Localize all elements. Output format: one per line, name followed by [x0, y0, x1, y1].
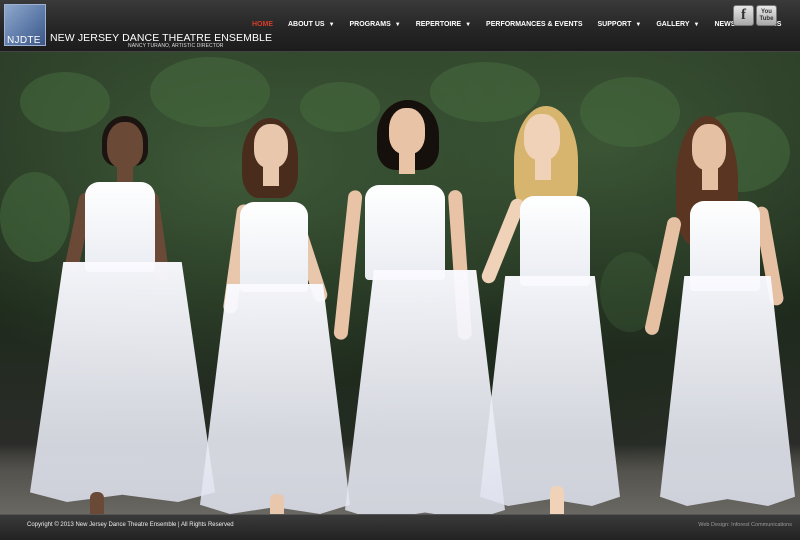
chevron-down-icon: ▼ — [328, 21, 335, 28]
nav-item-gallery[interactable]: GALLERY ▼ — [656, 21, 699, 28]
nav-item-home[interactable]: HOME — [252, 21, 273, 28]
nav-item-label: SUPPORT — [597, 21, 632, 28]
site-footer: Copyright © 2013 New Jersey Dance Theatr… — [0, 514, 800, 540]
dancer — [333, 100, 505, 514]
nav-item-performances-events[interactable]: PERFORMANCES & EVENTS — [486, 21, 582, 28]
copyright-text: Copyright © 2013 New Jersey Dance Theatr… — [27, 522, 234, 528]
nav-item-label: ABOUT US — [288, 21, 325, 28]
chevron-down-icon: ▼ — [465, 21, 472, 28]
dancer — [200, 114, 350, 514]
facebook-icon[interactable]: f — [733, 5, 754, 26]
dancer — [30, 112, 215, 514]
chevron-down-icon: ▼ — [693, 21, 700, 28]
site-header: NJDTE NEW JERSEY DANCE THEATRE ENSEMBLE … — [0, 0, 800, 52]
nav-item-support[interactable]: SUPPORT ▼ — [598, 21, 642, 28]
nav-item-label: REPERTOIRE — [415, 21, 462, 28]
logo-text: NJDTE — [7, 35, 41, 46]
dancer — [643, 116, 795, 514]
site-subtitle: NANCY TURANO, ARTISTIC DIRECTOR — [128, 43, 224, 49]
youtube-icon[interactable]: You Tube — [756, 5, 777, 26]
nav-item-label: HOME — [252, 21, 273, 28]
nav-item-about-us[interactable]: ABOUT US ▼ — [288, 21, 335, 28]
chevron-down-icon: ▼ — [635, 21, 642, 28]
nav-item-label: PROGRAMS — [349, 21, 391, 28]
dancer — [479, 106, 620, 514]
nav-item-programs[interactable]: PROGRAMS ▼ — [350, 21, 401, 28]
main-nav: HOME ABOUT US ▼ PROGRAMS ▼ REPERTOIRE ▼ … — [252, 21, 796, 28]
nav-item-label: PERFORMANCES & EVENTS — [486, 21, 583, 28]
chevron-down-icon: ▼ — [394, 21, 401, 28]
hero-photo — [0, 52, 800, 514]
site-logo[interactable]: NJDTE — [4, 4, 46, 46]
nav-item-repertoire[interactable]: REPERTOIRE ▼ — [416, 21, 471, 28]
web-design-credit-link[interactable]: Web Design: Inforest Communications — [698, 522, 792, 528]
nav-item-label: GALLERY — [656, 21, 690, 28]
